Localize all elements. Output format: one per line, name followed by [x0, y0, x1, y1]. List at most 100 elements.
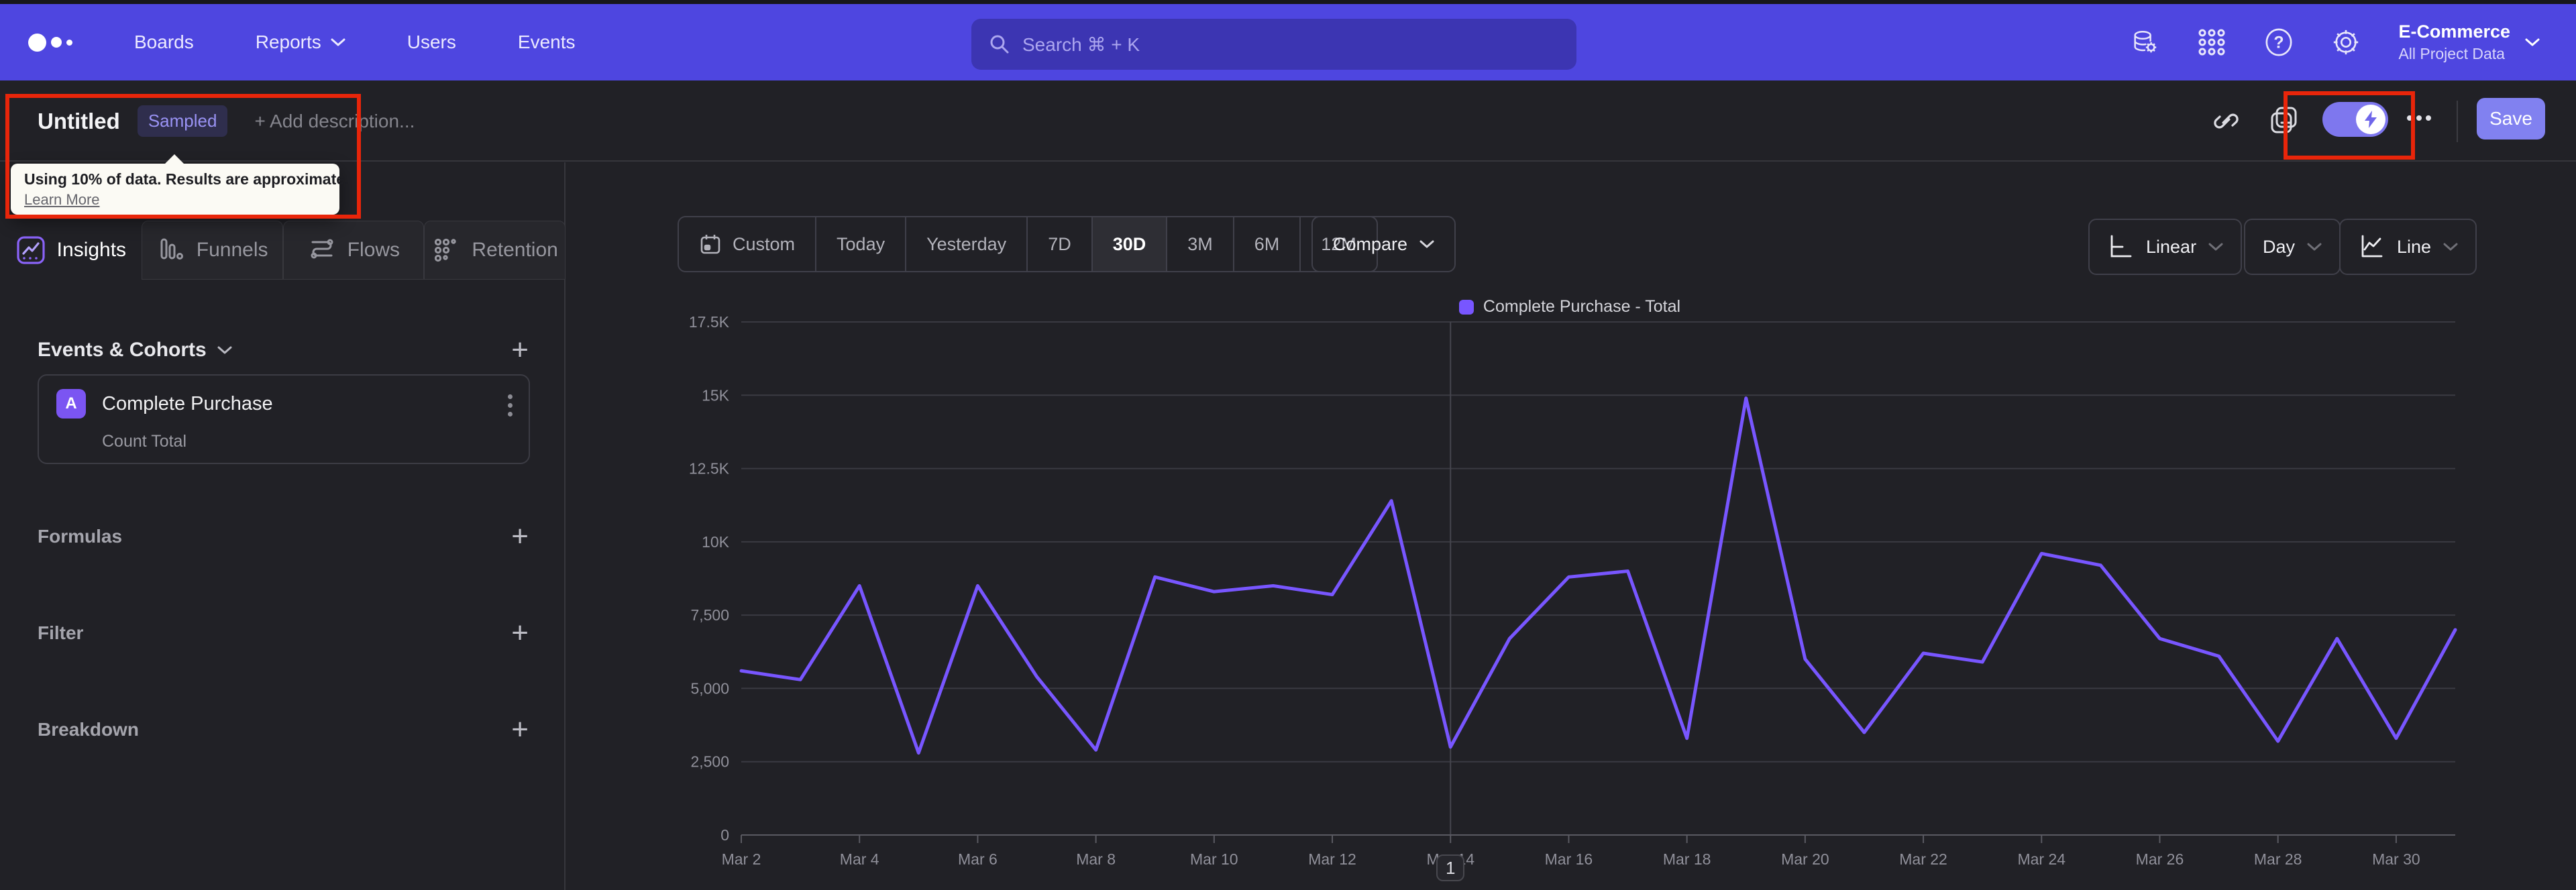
- compare-button[interactable]: Compare: [1311, 216, 1456, 272]
- tooltip-message: Using 10% of data. Results are approxima…: [24, 170, 350, 188]
- toggle-knob: [2356, 105, 2385, 134]
- y-tick-label: 10K: [702, 533, 730, 551]
- learn-more-link[interactable]: Learn More: [24, 191, 100, 209]
- y-tick-label: 2,500: [690, 753, 729, 771]
- series-line: [739, 396, 2457, 755]
- x-tick-label: Mar 4: [840, 850, 879, 868]
- calendar-icon: [700, 235, 720, 254]
- nav-item-reports[interactable]: Reports: [256, 32, 345, 53]
- range-custom[interactable]: Custom: [679, 217, 817, 271]
- range-6m[interactable]: 6M: [1234, 217, 1301, 271]
- breakdown-header: Breakdown: [38, 719, 139, 740]
- save-to-board-icon[interactable]: [2266, 103, 2302, 139]
- range-yesterday[interactable]: Yesterday: [906, 217, 1028, 271]
- x-tick-label: Mar 24: [2017, 850, 2065, 868]
- y-tick-label: 5,000: [690, 679, 729, 697]
- event-name: Complete Purchase: [102, 392, 273, 414]
- x-tick-label: Mar 26: [2136, 850, 2184, 868]
- chevron-down-icon: [2443, 243, 2458, 251]
- tab-retention[interactable]: Retention: [424, 221, 566, 280]
- sampled-badge[interactable]: Sampled: [137, 105, 228, 137]
- tab-label: Flows: [347, 239, 400, 261]
- tab-label: Funnels: [196, 239, 268, 261]
- retention-icon: [435, 238, 457, 262]
- tab-flows[interactable]: Flows: [282, 221, 425, 280]
- flows-icon: [311, 239, 333, 259]
- x-tick-label: Mar 28: [2254, 850, 2302, 868]
- chart-type-dropdown[interactable]: Line: [2339, 219, 2477, 275]
- add-event-button[interactable]: +: [511, 335, 529, 365]
- x-tick-label: Mar 2: [722, 850, 761, 868]
- y-tick-label: 12.5K: [689, 460, 730, 478]
- y-tick-label: 15K: [702, 386, 730, 404]
- range-30d[interactable]: 30D: [1092, 217, 1168, 271]
- project-scope: All Project Data: [2398, 45, 2505, 62]
- save-button[interactable]: Save: [2477, 98, 2545, 140]
- line-chart-icon: [2361, 235, 2383, 258]
- x-tick-label: Mar 6: [958, 850, 998, 868]
- chevron-down-icon: [1419, 240, 1434, 248]
- date-range-control: Custom Today Yesterday 7D 30D 3M 6M 12M: [678, 216, 1378, 272]
- top-nav-bar: Boards Reports Users Events Search ⌘ + K: [0, 4, 2576, 80]
- y-tick-label: 7,500: [690, 606, 729, 624]
- search-input[interactable]: Search ⌘ + K: [971, 19, 1576, 70]
- chevron-down-icon: [2307, 243, 2322, 251]
- linear-axis-icon: [2110, 235, 2132, 258]
- data-management-icon[interactable]: [2130, 27, 2159, 57]
- tab-funnels[interactable]: Funnels: [141, 221, 283, 280]
- event-metric[interactable]: Count Total: [102, 432, 186, 451]
- query-panel: Insights Funnels Flows Retention Events …: [0, 162, 566, 890]
- apps-grid-icon[interactable]: [2197, 27, 2226, 57]
- nav-item-users[interactable]: Users: [407, 32, 456, 53]
- chevron-down-icon: [331, 38, 345, 46]
- events-cohorts-header[interactable]: Events & Cohorts: [38, 339, 232, 361]
- add-formula-button[interactable]: +: [511, 522, 529, 551]
- settings-gear-icon[interactable]: [2331, 27, 2361, 57]
- mixpanel-logo[interactable]: [28, 33, 72, 52]
- chevron-down-icon: [217, 346, 232, 354]
- report-header-bar: Untitled Sampled + Add description...: [0, 80, 2576, 162]
- add-breakdown-button[interactable]: +: [511, 715, 529, 744]
- insights-icon: [17, 236, 45, 264]
- x-tick-label: Mar 22: [1899, 850, 1947, 868]
- search-placeholder: Search ⌘ + K: [1022, 34, 1140, 55]
- add-filter-button[interactable]: +: [511, 618, 529, 648]
- annotation-marker[interactable]: 1: [1436, 854, 1465, 881]
- chevron-down-icon: [2525, 38, 2540, 46]
- tooltip-arrow: [164, 154, 185, 165]
- range-today[interactable]: Today: [816, 217, 907, 271]
- nav-right-cluster: ? E-Commerce All Project Data: [2130, 4, 2540, 80]
- logo-dot: [66, 39, 72, 46]
- x-tick-label: Mar 10: [1190, 850, 1238, 868]
- line-chart: 02,5005,0007,50010K12.5K15K17.5KMar 2 Mar…: [689, 313, 2457, 868]
- add-description[interactable]: + Add description...: [254, 111, 415, 132]
- chart-legend[interactable]: Complete Purchase - Total: [657, 297, 2482, 317]
- funnels-icon: [160, 238, 183, 260]
- filter-header: Filter: [38, 622, 84, 643]
- svg-text:?: ?: [2274, 34, 2284, 52]
- logo-dot: [28, 33, 46, 52]
- range-7d[interactable]: 7D: [1028, 217, 1093, 271]
- more-options-icon[interactable]: [2407, 115, 2431, 121]
- event-options-icon[interactable]: [508, 394, 513, 416]
- legend-swatch: [1458, 299, 1474, 315]
- interval-dropdown[interactable]: Day: [2244, 219, 2341, 275]
- chevron-down-icon: [2208, 243, 2223, 251]
- nav-item-boards[interactable]: Boards: [134, 32, 194, 53]
- x-tick-label: Mar 12: [1308, 850, 1356, 868]
- formulas-header: Formulas: [38, 526, 123, 547]
- mixpanel-app: Boards Reports Users Events Search ⌘ + K: [0, 0, 2576, 890]
- report-title[interactable]: Untitled: [38, 109, 120, 134]
- project-name: E-Commerce: [2398, 21, 2510, 42]
- project-selector[interactable]: E-Commerce All Project Data: [2398, 21, 2540, 63]
- range-3m[interactable]: 3M: [1167, 217, 1234, 271]
- tab-insights[interactable]: Insights: [0, 221, 142, 280]
- scale-dropdown[interactable]: Linear: [2088, 219, 2243, 275]
- event-card[interactable]: A Complete Purchase Count Total: [38, 374, 530, 464]
- help-icon[interactable]: ?: [2264, 27, 2294, 57]
- search-icon: [990, 35, 1009, 54]
- sampling-toggle[interactable]: [2322, 102, 2388, 137]
- nav-item-events[interactable]: Events: [518, 32, 576, 53]
- lightning-bolt-icon: [2365, 111, 2377, 128]
- copy-link-icon[interactable]: [2207, 103, 2243, 139]
